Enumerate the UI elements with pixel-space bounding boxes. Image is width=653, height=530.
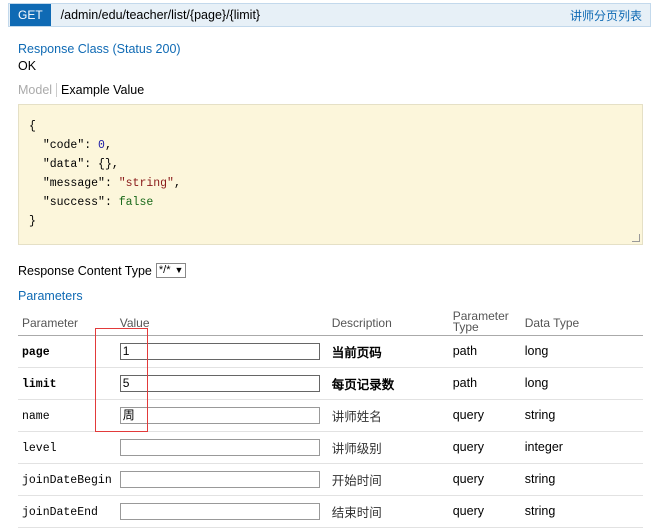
parameter-value-input-joinDateBegin[interactable] xyxy=(119,470,320,488)
endpoint-path[interactable]: /admin/edu/teacher/list/{page}/{limit} xyxy=(61,8,260,22)
json-key: "data" xyxy=(42,158,85,171)
json-key: "message" xyxy=(42,177,105,190)
json-comma: , xyxy=(111,158,119,171)
json-field-line: "code": 0, xyxy=(42,139,112,152)
json-field-line: "data": {}, xyxy=(42,158,119,171)
parameter-row-joinDateEnd: joinDateEnd 结束时间 query string xyxy=(18,495,643,528)
json-key: "code" xyxy=(42,139,85,152)
response-class-title: Response Class (Status 200) xyxy=(18,42,181,56)
tab-example-value[interactable]: Example Value xyxy=(57,83,144,97)
parameters-title: Parameters xyxy=(18,289,83,303)
operation-summary[interactable]: 讲师分页列表 xyxy=(570,7,642,24)
json-comma: , xyxy=(173,177,181,190)
parameter-description: 结束时间 xyxy=(331,505,382,520)
parameter-name: limit xyxy=(22,377,57,391)
response-status-text: OK xyxy=(18,59,37,73)
parameter-type: query xyxy=(452,440,484,454)
parameter-name: joinDateBegin xyxy=(22,473,112,487)
header-data-type: Data Type xyxy=(520,306,643,336)
tab-model[interactable]: Model xyxy=(18,83,58,97)
parameter-data-type[interactable]: string xyxy=(525,504,556,518)
parameter-description: 讲师级别 xyxy=(331,441,382,456)
json-value: false xyxy=(118,196,154,209)
parameter-data-type[interactable]: string xyxy=(525,408,556,422)
parameter-value-input-level[interactable] xyxy=(119,438,320,456)
json-value: {} xyxy=(98,158,112,171)
content-type-label: Response Content Type xyxy=(18,263,152,278)
content-type-select[interactable]: */* ▼ xyxy=(155,263,187,278)
http-method-badge: GET xyxy=(10,4,51,26)
parameter-name: level xyxy=(22,441,57,455)
parameter-data-type[interactable]: long xyxy=(525,376,549,390)
highlight-annotation-box xyxy=(95,328,148,432)
json-field-line: "success": false xyxy=(42,196,154,209)
parameter-value-input-page[interactable]: 1 xyxy=(119,342,320,360)
response-content-type-row: Response Content Type */* ▼ xyxy=(18,263,187,278)
parameter-value-input-limit[interactable]: 5 xyxy=(119,374,320,392)
parameter-data-type[interactable]: integer xyxy=(525,440,563,454)
json-comma: , xyxy=(104,139,112,152)
parameter-name: joinDateEnd xyxy=(22,505,98,519)
parameter-description: 讲师姓名 xyxy=(331,409,382,424)
parameter-description: 开始时间 xyxy=(331,473,382,488)
parameter-value-input-name[interactable]: 周 xyxy=(119,406,320,424)
parameter-data-type[interactable]: string xyxy=(525,472,556,486)
chevron-down-icon: ▼ xyxy=(174,265,184,275)
parameter-type: query xyxy=(452,504,484,518)
parameter-row-level: level 讲师级别 query integer xyxy=(18,431,643,464)
json-close-brace: } xyxy=(29,215,36,228)
parameter-value-input-joinDateEnd[interactable] xyxy=(119,502,320,520)
operation-header[interactable]: GET /admin/edu/teacher/list/{page}/{limi… xyxy=(8,3,651,27)
parameter-row-joinDateBegin: joinDateBegin 开始时间 query string xyxy=(18,463,643,496)
content-type-selected-value: */* xyxy=(158,264,171,276)
json-value: 0 xyxy=(98,139,105,152)
parameter-name: page xyxy=(22,345,50,359)
json-field-line: "message": "string", xyxy=(42,177,181,190)
parameter-type: query xyxy=(452,408,484,422)
model-tabs: Model Example Value xyxy=(18,83,144,97)
parameter-type: query xyxy=(452,472,484,486)
parameter-description: 每页记录数 xyxy=(331,377,395,392)
parameter-type: path xyxy=(452,344,478,358)
header-parameter-type: Parameter Type xyxy=(448,306,521,336)
header-description: Description xyxy=(327,306,449,336)
json-open-brace: { xyxy=(29,120,36,133)
parameter-data-type[interactable]: long xyxy=(525,344,549,358)
resize-handle-icon[interactable] xyxy=(632,234,640,242)
parameter-name: name xyxy=(22,409,50,423)
json-key: "success" xyxy=(42,196,105,209)
parameter-type: path xyxy=(452,376,478,390)
example-value-textarea[interactable]: { "code": 0, "data": {}, "message": "str… xyxy=(18,104,643,245)
parameter-description: 当前页码 xyxy=(331,345,382,360)
json-value: "string" xyxy=(118,177,174,190)
